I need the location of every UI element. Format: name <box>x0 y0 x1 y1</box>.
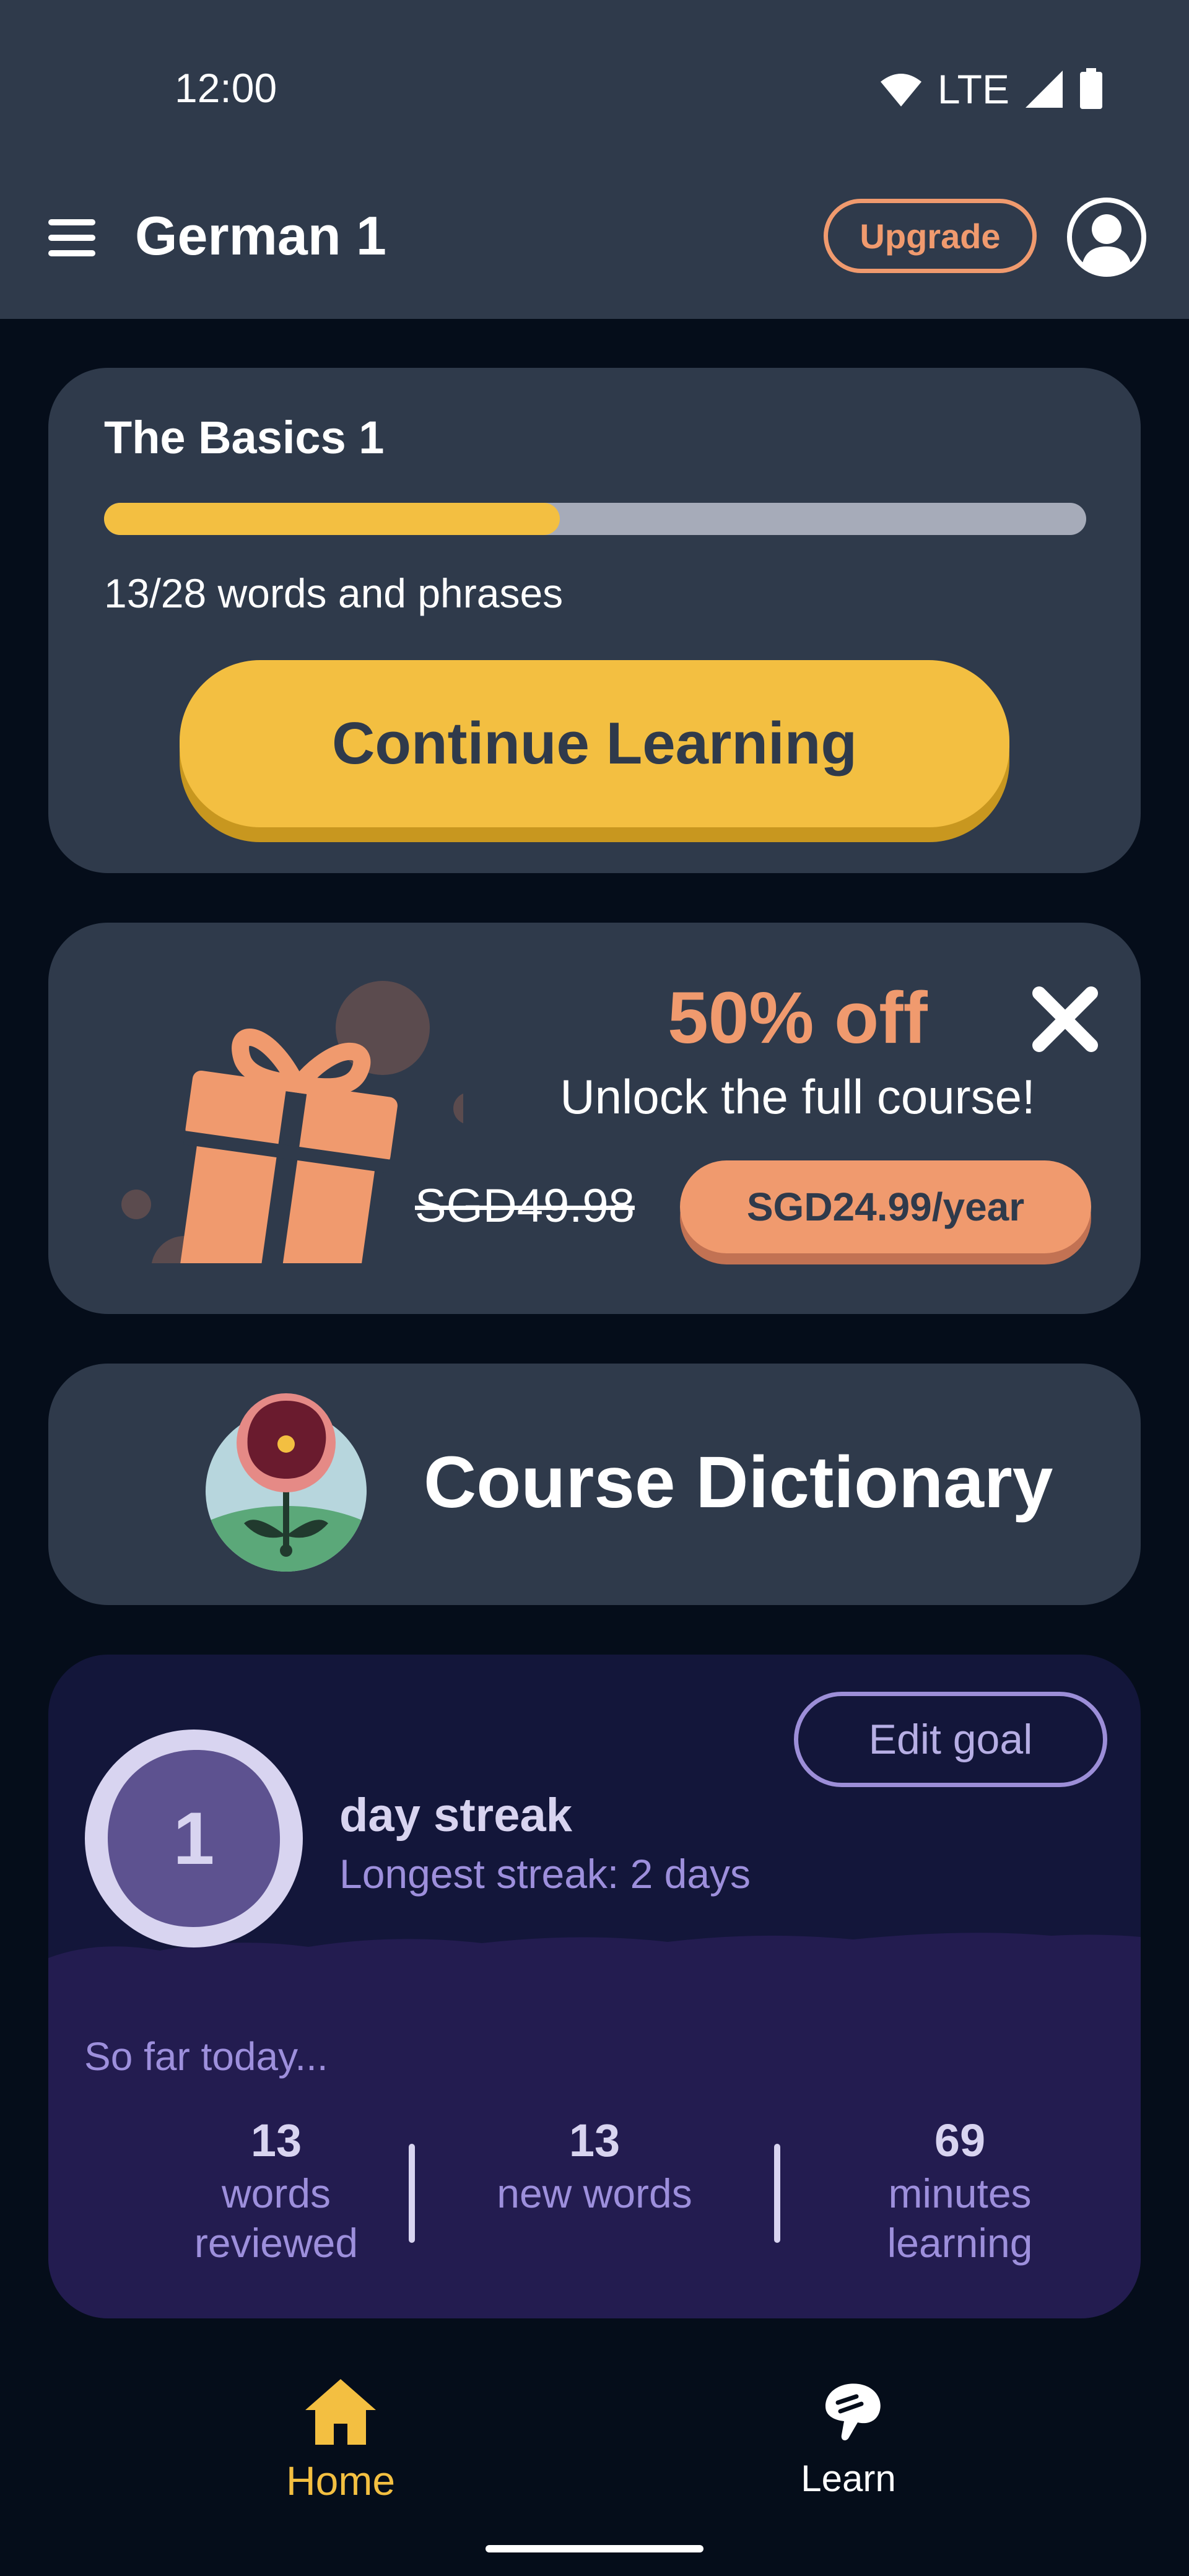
course-title[interactable]: German 1 <box>135 204 386 268</box>
lesson-progress-text: 13/28 words and phrases <box>104 570 564 616</box>
continue-learning-button[interactable]: Continue Learning <box>180 660 1009 827</box>
discount-subtitle: Unlock the full course! <box>560 1069 1035 1124</box>
app-bar: German 1 Upgrade <box>0 180 1189 319</box>
battery-icon <box>1080 68 1102 109</box>
course-dictionary-title: Course Dictionary <box>424 1442 1053 1523</box>
nav-learn[interactable]: Learn <box>756 2372 941 2520</box>
lesson-progress-bar <box>104 503 1086 535</box>
streak-label: day streak <box>339 1789 573 1842</box>
stat-label-line2: learning <box>887 2220 1033 2266</box>
stat-new-words: 13 new words <box>433 2113 756 2218</box>
upgrade-button[interactable]: Upgrade <box>824 199 1037 273</box>
stat-label-line1: minutes <box>888 2170 1032 2216</box>
status-bar: 12:00 LTE <box>0 0 1189 180</box>
profile-avatar-icon[interactable] <box>1066 197 1147 277</box>
buy-discount-button[interactable]: SGD24.99/year <box>680 1160 1091 1253</box>
nav-learn-label: Learn <box>801 2458 896 2499</box>
stat-minutes-learning: 69 minutes learning <box>799 2113 1121 2268</box>
discount-offer-card: 50% off Unlock the full course! SGD49.98… <box>48 923 1141 1314</box>
stat-words-reviewed: 13 words reviewed <box>115 2113 437 2268</box>
stat-label-line1: new words <box>497 2170 692 2216</box>
lesson-progress-card: The Basics 1 13/28 words and phrases Con… <box>48 368 1141 873</box>
network-label: LTE <box>937 66 1009 112</box>
nav-home-label: Home <box>285 2458 396 2504</box>
lesson-title: The Basics 1 <box>104 412 385 463</box>
gift-icon <box>121 981 463 1263</box>
today-summary-label: So far today... <box>84 2034 328 2079</box>
course-dictionary-card[interactable]: Course Dictionary <box>48 1364 1141 1605</box>
stat-value: 13 <box>568 2115 621 2166</box>
flower-icon <box>206 1393 367 1572</box>
status-time: 12:00 <box>175 65 277 111</box>
learn-icon <box>825 2383 881 2440</box>
stat-label-line1: words <box>221 2170 331 2216</box>
longest-streak-text: Longest streak: 2 days <box>339 1851 751 1897</box>
streak-count: 1 <box>173 1797 215 1880</box>
stat-value: 69 <box>934 2115 986 2166</box>
stat-divider <box>409 2144 415 2243</box>
edit-goal-button[interactable]: Edit goal <box>794 1692 1107 1787</box>
stat-value: 13 <box>250 2115 302 2166</box>
bottom-navigation: Home Learn <box>0 2353 1189 2533</box>
original-price: SGD49.98 <box>415 1180 635 1232</box>
signal-icon <box>1026 71 1063 108</box>
today-stats: 13 words reviewed 13 new words 69 minute… <box>48 2113 1141 2274</box>
nav-home[interactable]: Home <box>248 2372 433 2520</box>
lesson-progress-fill <box>104 503 560 535</box>
streak-card: 1 Edit goal day streak Longest streak: 2… <box>48 1655 1141 2318</box>
stat-divider <box>774 2144 780 2243</box>
status-icons: LTE <box>879 64 1104 114</box>
home-icon <box>305 2379 376 2445</box>
home-indicator[interactable] <box>486 2545 703 2552</box>
menu-icon[interactable] <box>48 214 95 261</box>
close-icon[interactable] <box>1028 982 1102 1056</box>
wifi-icon <box>880 74 921 107</box>
stat-label-line2: reviewed <box>194 2220 359 2266</box>
discount-headline: 50% off <box>668 977 928 1059</box>
